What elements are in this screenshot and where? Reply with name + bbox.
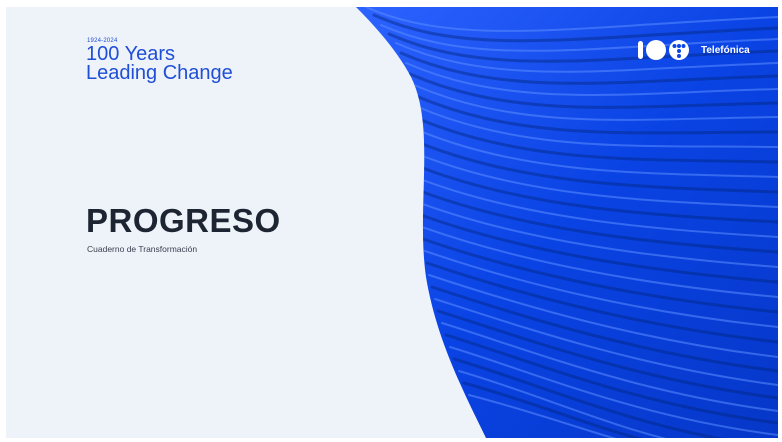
logo-wordmark: Telefónica [701,44,750,56]
telefonica-100-logo-icon [636,38,696,62]
slide-subtitle: Cuaderno de Transformación [87,244,198,254]
telefonica-logo: Telefónica [636,38,750,62]
presentation-slide: 1924-2024 100 Years Leading Change PROGR… [6,7,778,438]
headline: 100 Years Leading Change [86,44,233,84]
slide-title: PROGRESO [86,202,281,239]
headline-line-2: Leading Change [86,62,233,84]
